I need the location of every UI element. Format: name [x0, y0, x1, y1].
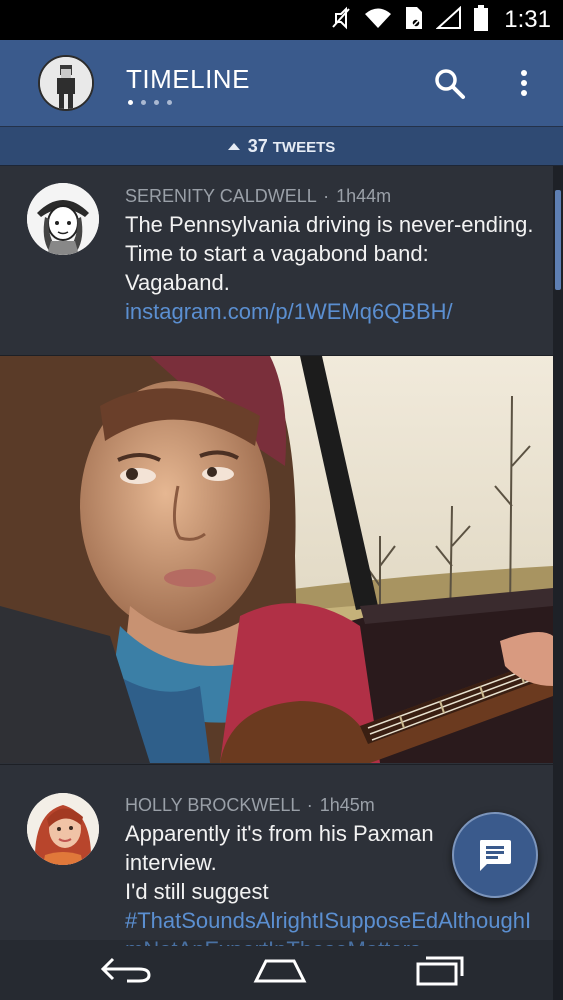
tweet-photo[interactable] [0, 356, 553, 763]
home-icon [253, 959, 307, 983]
battery-icon [474, 4, 489, 36]
new-tweets-bar[interactable]: 37 TWEETS [0, 126, 563, 166]
tweet-time: 1h45m [319, 795, 375, 815]
mute-icon [330, 6, 352, 35]
search-button[interactable] [432, 66, 468, 102]
compose-message-icon [480, 840, 511, 871]
signal-icon [435, 5, 462, 35]
arrow-up-icon [227, 142, 240, 150]
page-indicator [128, 100, 172, 105]
search-icon [435, 69, 465, 99]
app-bar: TIMELINE [0, 40, 563, 126]
status-time: 1:31 [504, 6, 551, 33]
back-button[interactable] [90, 948, 160, 992]
page-dot [154, 100, 159, 105]
screen: 1:31 TIMELINE 37 TWEETS SERENITY CALDWEL… [0, 0, 563, 1000]
scrollbar-thumb[interactable] [555, 190, 561, 290]
author-name: HOLLY BROCKWELL [125, 795, 300, 815]
page-dot [128, 100, 133, 105]
author-name: SERENITY CALDWELL [125, 186, 317, 206]
account-avatar[interactable] [38, 55, 94, 111]
wifi-icon [364, 6, 392, 35]
back-icon [100, 957, 151, 983]
tweet-meta: SERENITY CALDWELL · 1h44m [125, 186, 392, 206]
system-nav-bar [0, 940, 563, 1000]
page-dot [141, 100, 146, 105]
new-tweets-count: 37 TWEETS [247, 135, 336, 156]
recents-icon [416, 956, 464, 986]
compose-tweet-button[interactable] [452, 812, 538, 898]
author-avatar[interactable] [27, 793, 99, 865]
tweet-item[interactable]: SERENITY CALDWELL · 1h44m The Pennsylvan… [0, 166, 553, 764]
tweet-text: The Pennsylvania driving is never-ending… [125, 212, 534, 324]
recents-button[interactable] [405, 948, 475, 992]
more-vert-icon [521, 70, 527, 96]
scrollbar-track[interactable] [553, 166, 563, 1000]
photo-image [0, 356, 553, 763]
tweet-time: 1h44m [336, 186, 392, 206]
home-button[interactable] [245, 948, 315, 992]
overflow-menu-button[interactable] [512, 66, 536, 102]
tweet-meta: HOLLY BROCKWELL · 1h45m [125, 795, 375, 815]
status-bar: 1:31 [0, 0, 563, 40]
page-dot [167, 100, 172, 105]
page-title: TIMELINE [126, 64, 250, 94]
tweet-link[interactable]: instagram.com/p/1WEMq6QBBH/ [125, 299, 453, 324]
author-avatar[interactable] [27, 183, 99, 255]
sim-icon [404, 5, 424, 36]
